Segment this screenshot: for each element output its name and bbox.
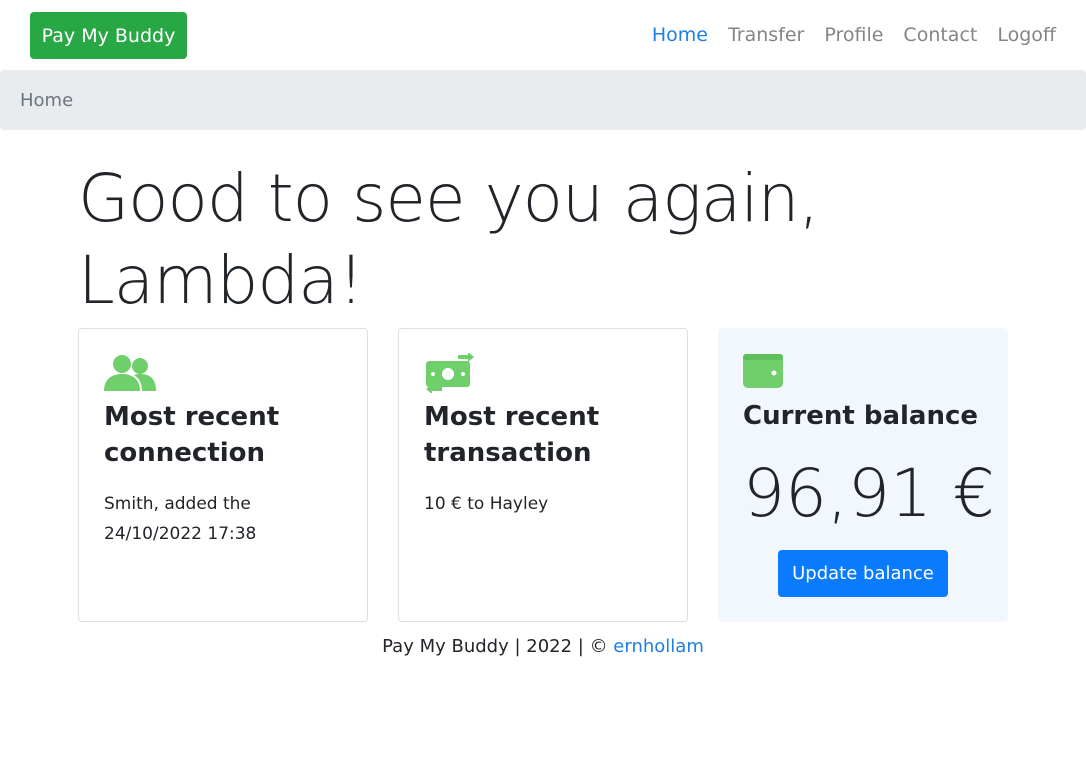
transaction-title: Most recent transaction bbox=[424, 402, 600, 468]
page-title: Good to see you again, Lambda! bbox=[78, 160, 819, 319]
transaction-card: Most recent transaction 10 € to Hayley bbox=[398, 328, 688, 622]
users-icon bbox=[104, 355, 156, 391]
transaction-text: 10 € to Hayley bbox=[424, 494, 549, 514]
balance-amount: 96,91 € bbox=[743, 455, 995, 532]
brand-button[interactable]: Pay My Buddy bbox=[30, 12, 187, 59]
footer: Pay My Buddy | 2022 | © ernhollam bbox=[0, 636, 1086, 657]
breadcrumb: Home bbox=[0, 70, 1086, 130]
money-exchange-icon bbox=[426, 353, 474, 393]
wallet-icon bbox=[743, 354, 783, 388]
update-balance-button[interactable]: Update balance bbox=[778, 550, 948, 597]
balance-title: Current balance bbox=[743, 401, 979, 431]
connection-title: Most recent connection bbox=[104, 402, 280, 468]
nav-link-profile[interactable]: Profile bbox=[824, 24, 883, 46]
nav-link-contact[interactable]: Contact bbox=[903, 24, 977, 46]
footer-author-link[interactable]: ernhollam bbox=[613, 636, 704, 657]
balance-card: Current balance 96,91 € Update balance bbox=[718, 328, 1008, 622]
footer-text: Pay My Buddy | 2022 | © bbox=[382, 636, 614, 657]
nav-link-home[interactable]: Home bbox=[652, 24, 708, 46]
nav-link-transfer[interactable]: Transfer bbox=[728, 24, 804, 46]
nav-links: Home Transfer Profile Contact Logoff bbox=[652, 0, 1056, 70]
navbar: Pay My Buddy Home Transfer Profile Conta… bbox=[0, 0, 1086, 70]
nav-link-logoff[interactable]: Logoff bbox=[997, 24, 1056, 46]
connection-card: Most recent connection Smith, added the … bbox=[78, 328, 368, 622]
breadcrumb-item-home: Home bbox=[20, 89, 74, 111]
connection-text: Smith, added the 24/10/2022 17:38 bbox=[104, 494, 257, 544]
